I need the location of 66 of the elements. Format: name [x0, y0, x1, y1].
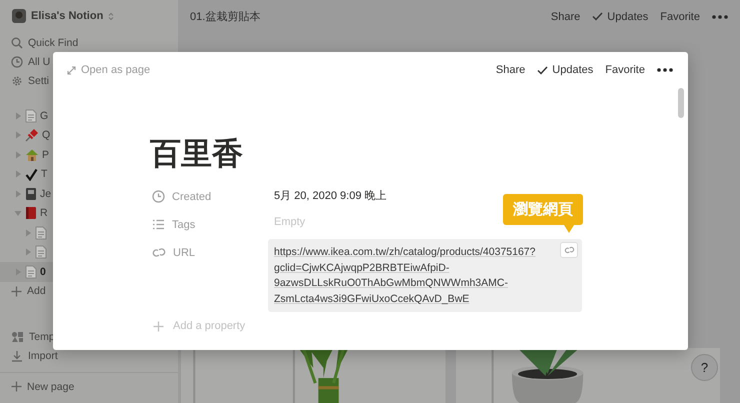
property-name: Created [172, 190, 212, 202]
topbar-action[interactable]: Share [550, 10, 580, 22]
list-icon [152, 219, 165, 230]
download-icon [11, 350, 23, 362]
workspace-name[interactable]: Elisa's Notion [31, 10, 104, 22]
page-icon [25, 108, 37, 123]
add-page-link[interactable]: Add [27, 285, 46, 297]
page-icon [35, 226, 47, 240]
page-title: 百里香 [150, 136, 244, 172]
avatar-icon [12, 9, 26, 23]
page-title[interactable]: R [40, 207, 48, 220]
link-icon [152, 247, 166, 258]
toggle-icon[interactable] [14, 150, 22, 159]
plus-icon [11, 286, 22, 296]
search-icon [11, 36, 23, 48]
sidebar-item[interactable]: Setti [28, 74, 50, 86]
open-as-page-button[interactable]: Open as page [67, 64, 150, 76]
tooltip: 瀏覽網頁 [503, 194, 583, 233]
page-title[interactable]: T [41, 168, 48, 180]
expand-icon [67, 66, 76, 74]
toggle-icon[interactable] [14, 170, 22, 178]
tooltip-pointer [564, 225, 574, 233]
book-icon [25, 206, 37, 220]
property-value: 5月 20, 2020 9:09 晚上 [273, 189, 387, 203]
chevron-icon [108, 12, 114, 20]
shapes-icon [11, 331, 24, 343]
property-name: URL [173, 246, 196, 258]
toggle-icon[interactable] [14, 190, 22, 198]
page-title[interactable]: Q [42, 129, 50, 142]
link-icon [564, 246, 574, 254]
check-icon [592, 12, 604, 21]
check-icon [537, 66, 548, 74]
topbar-action[interactable]: Updates [592, 10, 648, 22]
scrollbar[interactable] [678, 88, 684, 118]
more-icon[interactable] [657, 68, 673, 72]
sidebar-item[interactable]: All U [28, 56, 50, 68]
toggle-icon[interactable] [14, 131, 22, 140]
page-title[interactable]: 0 [40, 266, 46, 278]
clock-icon [152, 190, 165, 203]
dialog-action[interactable]: Favorite [605, 64, 645, 76]
page-title[interactable]: Je [40, 188, 52, 200]
page-title[interactable]: G [40, 110, 48, 122]
page-breadcrumb[interactable]: 01.盆栽剪貼本 [190, 9, 260, 24]
toggle-icon[interactable] [14, 209, 22, 218]
topbar-action[interactable]: Favorite [660, 10, 700, 22]
plus-icon [153, 320, 164, 332]
sidebar-item[interactable]: Quick Find [28, 36, 78, 48]
sidebar-item[interactable]: Import [28, 350, 58, 362]
dialog-action[interactable]: Updates [537, 64, 594, 76]
pushpin-icon [25, 128, 39, 142]
page-icon [35, 245, 47, 260]
toggle-icon[interactable] [24, 248, 32, 256]
toggle-icon[interactable] [24, 228, 32, 237]
settings-icon [11, 74, 23, 86]
book-icon [25, 186, 37, 201]
toggle-icon[interactable] [14, 112, 22, 120]
page-icon [25, 264, 37, 279]
new-page-button[interactable]: New page [27, 380, 74, 392]
clock-icon [11, 56, 23, 68]
page-title[interactable]: P [42, 148, 50, 161]
checkmark-icon [25, 168, 38, 181]
open-link-button[interactable] [560, 242, 578, 258]
property-name: Tags [172, 218, 196, 230]
plus-icon [11, 381, 22, 392]
house-icon [25, 148, 39, 162]
dialog-action[interactable]: Share [496, 64, 526, 76]
